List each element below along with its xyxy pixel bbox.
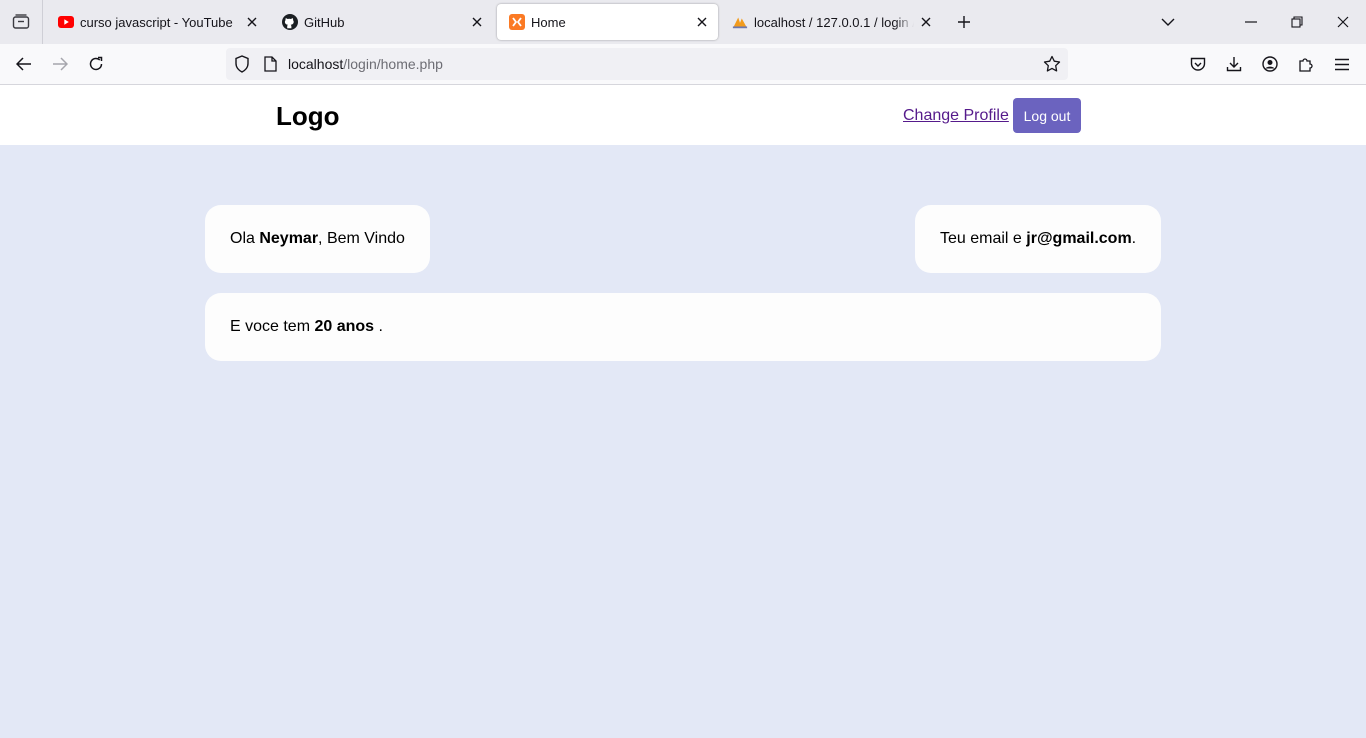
downloads-icon[interactable]: [1222, 52, 1246, 76]
forward-icon[interactable]: [48, 52, 72, 76]
tab-youtube[interactable]: curso javascript - YouTube: [46, 4, 268, 40]
account-icon[interactable]: [1258, 52, 1282, 76]
tab-home[interactable]: Home: [497, 4, 718, 40]
browser-tab-bar: curso javascript - YouTube GitHub Home l…: [0, 0, 1366, 44]
welcome-suffix: , Bem Vindo: [318, 230, 405, 247]
tab-overview-icon[interactable]: [0, 0, 43, 44]
back-icon[interactable]: [12, 52, 36, 76]
logout-button[interactable]: Log out: [1013, 98, 1081, 133]
tab-title: localhost / 127.0.0.1 / login / us: [754, 14, 914, 30]
site-logo[interactable]: Logo: [276, 101, 340, 132]
tab-title: curso javascript - YouTube: [80, 14, 233, 30]
age-suffix: .: [374, 318, 383, 335]
tab-title: Home: [531, 14, 566, 30]
list-all-tabs-icon[interactable]: [1156, 10, 1180, 34]
page-icon[interactable]: [260, 54, 280, 74]
email-card: Teu email e jr@gmail.com.: [915, 205, 1161, 273]
close-tab-icon[interactable]: [690, 10, 714, 34]
github-icon: [282, 14, 298, 30]
age-card: E voce tem 20 anos .: [205, 293, 1161, 361]
minimize-icon[interactable]: [1239, 10, 1263, 34]
user-email: jr@gmail.com: [1026, 230, 1132, 247]
age-prefix: E voce tem: [230, 318, 315, 335]
bookmark-star-icon[interactable]: [1042, 54, 1062, 74]
user-age: 20 anos: [314, 318, 375, 335]
tab-phpmyadmin[interactable]: localhost / 127.0.0.1 / login / us: [720, 4, 942, 40]
tab-github[interactable]: GitHub: [270, 4, 493, 40]
pocket-icon[interactable]: [1186, 52, 1210, 76]
phpmyadmin-icon: [732, 14, 748, 30]
reload-icon[interactable]: [84, 52, 108, 76]
tab-title: GitHub: [304, 14, 345, 30]
welcome-card: Ola Neymar, Bem Vindo: [205, 205, 430, 273]
close-tab-icon[interactable]: [240, 10, 264, 34]
email-prefix: Teu email e: [940, 230, 1027, 247]
user-name: Neymar: [259, 230, 319, 247]
xampp-icon: [509, 14, 525, 30]
address-bar[interactable]: localhost/login/home.php: [226, 48, 1068, 80]
close-window-icon[interactable]: [1331, 10, 1355, 34]
url-path: /login/home.php: [343, 56, 443, 72]
url-host: localhost: [288, 56, 344, 72]
shield-icon[interactable]: [232, 54, 252, 74]
extensions-icon[interactable]: [1294, 52, 1318, 76]
email-suffix: .: [1131, 230, 1137, 247]
close-tab-icon[interactable]: [465, 10, 489, 34]
url-text[interactable]: localhost/login/home.php: [288, 56, 443, 72]
close-tab-icon[interactable]: [914, 10, 938, 34]
browser-toolbar: localhost/login/home.php: [0, 44, 1366, 85]
new-tab-icon[interactable]: [952, 10, 976, 34]
welcome-prefix: Ola: [230, 230, 260, 247]
change-profile-link[interactable]: Change Profile: [903, 107, 1009, 125]
restore-icon[interactable]: [1285, 10, 1309, 34]
site-header: Logo Change Profile Log out: [0, 85, 1366, 145]
menu-icon[interactable]: [1330, 52, 1354, 76]
youtube-icon: [58, 14, 74, 30]
